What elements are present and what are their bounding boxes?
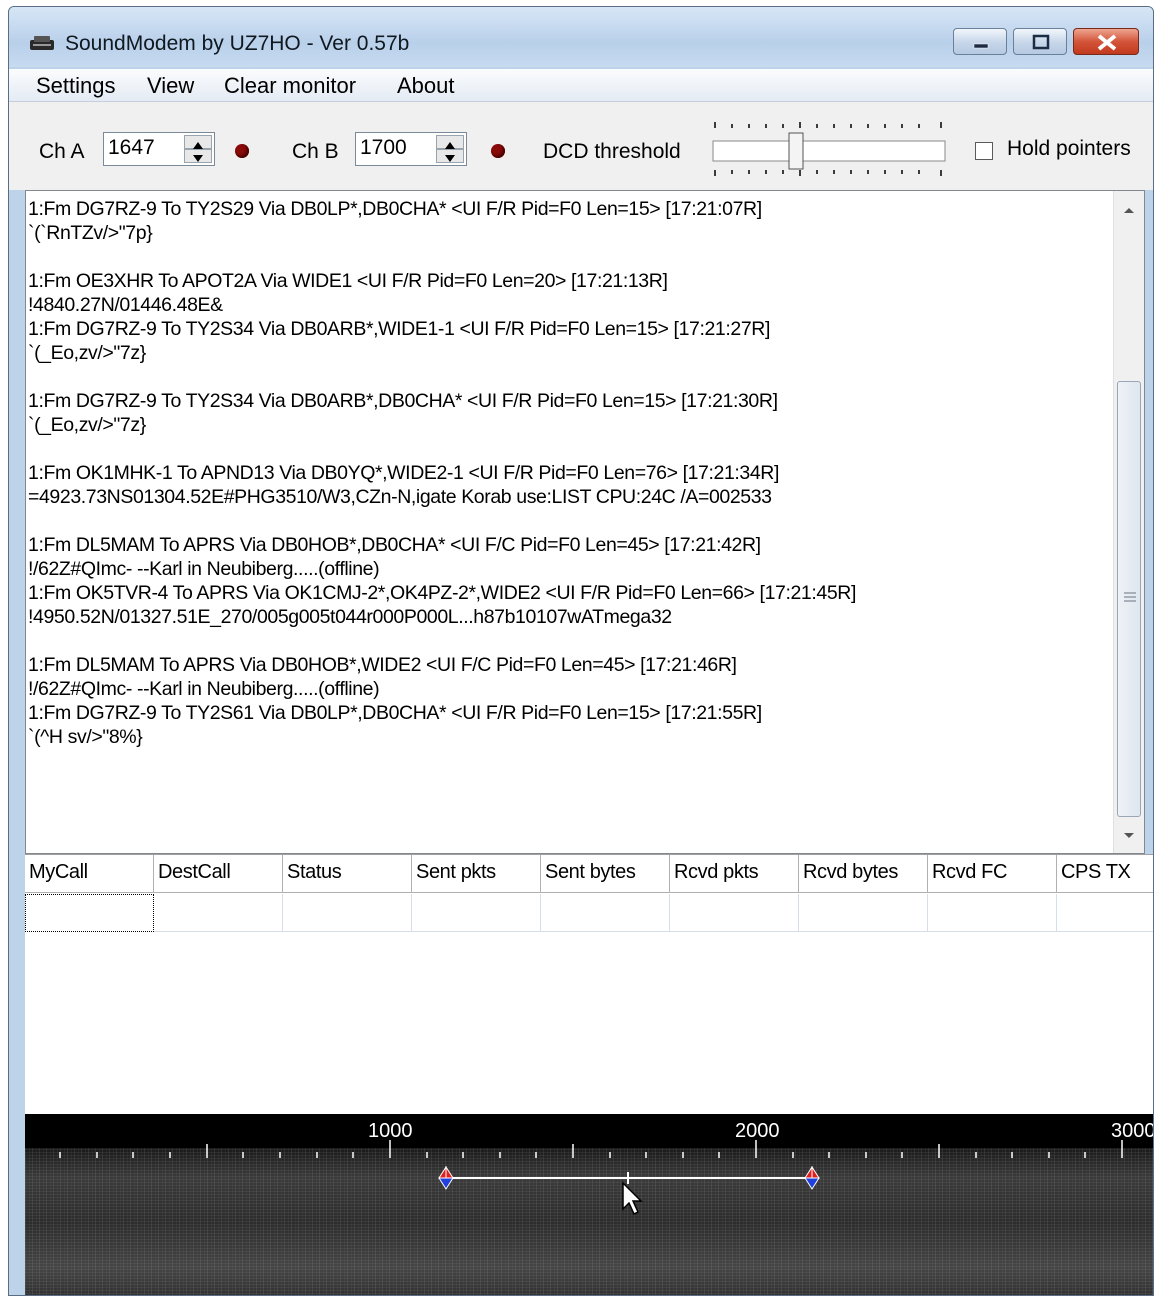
- monitor-line: `(_Eo,zv/>"7z}: [28, 414, 146, 436]
- monitor-line: [28, 509, 1108, 533]
- grid-cell[interactable]: [541, 894, 670, 932]
- monitor-text: 1:Fm DG7RZ-9 To TY2S29 Via DB0LP*,DB0CHA…: [28, 197, 1108, 749]
- menu-about[interactable]: About: [397, 73, 455, 99]
- grid-cell[interactable]: [1057, 894, 1153, 932]
- dcd-threshold-label: DCD threshold: [543, 140, 681, 163]
- minimize-button[interactable]: [953, 28, 1007, 55]
- maximize-icon: [1032, 34, 1050, 50]
- monitor-line: 1:Fm DL5MAM To APRS Via DB0HOB*,WIDE2 <U…: [28, 654, 737, 676]
- ch-b-dcd-led: [491, 144, 505, 158]
- col-status[interactable]: Status: [283, 855, 412, 893]
- monitor-line: !4840.27N/01446.48E&: [28, 294, 223, 316]
- monitor-line: 1:Fm DL5MAM To APRS Via DB0HOB*,DB0CHA* …: [28, 534, 761, 556]
- grid-cell[interactable]: [670, 894, 799, 932]
- hold-pointers-checkbox[interactable]: [975, 142, 993, 160]
- scale-label-2000: 2000: [735, 1120, 780, 1142]
- menu-clear-monitor[interactable]: Clear monitor: [224, 73, 356, 99]
- monitor-line: 1:Fm DG7RZ-9 To TY2S34 Via DB0ARB*,WIDE1…: [28, 318, 770, 340]
- grid-cell[interactable]: [799, 894, 928, 932]
- monitor-scrollbar[interactable]: [1113, 191, 1144, 853]
- ch-a-down-button[interactable]: [184, 149, 212, 163]
- menu-settings[interactable]: Settings: [36, 73, 116, 99]
- maximize-button[interactable]: [1013, 28, 1067, 55]
- connection-grid[interactable]: MyCall DestCall Status Sent pkts Sent by…: [25, 854, 1153, 1115]
- ch-a-value[interactable]: 1647: [108, 136, 155, 160]
- ch-a-label: Ch A: [39, 140, 85, 163]
- monitor-line: 1:Fm DG7RZ-9 To TY2S61 Via DB0LP*,DB0CHA…: [28, 702, 762, 724]
- grid-cell[interactable]: [154, 894, 283, 932]
- modem-icon: [30, 36, 54, 50]
- monitor-line: =4923.73NS01304.52E#PHG3510/W3,CZn-N,iga…: [28, 486, 772, 508]
- monitor-line: `(^H sv/>"8%}: [28, 726, 143, 748]
- grid-cell-selected[interactable]: [25, 894, 154, 932]
- monitor-line: 1:Fm OE3XHR To APOT2A Via WIDE1 <UI F/R …: [28, 270, 668, 292]
- hold-pointers-label: Hold pointers: [1007, 137, 1131, 160]
- minimize-icon: [973, 43, 989, 49]
- monitor-line: 1:Fm DG7RZ-9 To TY2S34 Via DB0ARB*,DB0CH…: [28, 390, 778, 412]
- grid-cell[interactable]: [928, 894, 1057, 932]
- monitor-line: 1:Fm OK5TVR-4 To APRS Via OK1CMJ-2*,OK4P…: [28, 582, 856, 604]
- monitor-line: `(`RnTZv/>"7p}: [28, 222, 153, 244]
- ch-a-spinner[interactable]: 1647: [103, 132, 215, 166]
- ch-a-up-button[interactable]: [184, 135, 212, 149]
- col-rcvd-bytes[interactable]: Rcvd bytes: [799, 855, 928, 893]
- ch-b-up-button[interactable]: [436, 135, 464, 149]
- window-title: SoundModem by UZ7HO - Ver 0.57b: [65, 32, 410, 55]
- ch-b-value[interactable]: 1700: [360, 136, 407, 160]
- ch-a-pointer-icon[interactable]: [438, 1166, 454, 1190]
- arrow-down-icon: [193, 155, 203, 162]
- waterfall-display[interactable]: 1000 2000 3000: [25, 1114, 1154, 1295]
- close-icon: [1097, 34, 1117, 51]
- col-rcvd-pkts[interactable]: Rcvd pkts: [670, 855, 799, 893]
- scroll-down-icon[interactable]: [1122, 831, 1136, 841]
- dcd-threshold-slider[interactable]: [711, 116, 947, 180]
- monitor-line: !/62Z#QImc- --Karl in Neubiberg.....(off…: [28, 558, 380, 580]
- monitor-text-area[interactable]: 1:Fm DG7RZ-9 To TY2S29 Via DB0LP*,DB0CHA…: [25, 190, 1145, 854]
- grid-cell[interactable]: [412, 894, 541, 932]
- arrow-down-icon: [445, 155, 455, 162]
- monitor-line: [28, 629, 1108, 653]
- mouse-cursor-icon: [622, 1181, 643, 1216]
- app-window: SoundModem by UZ7HO - Ver 0.57b Settings…: [8, 6, 1154, 1296]
- ch-b-pointer-icon[interactable]: [804, 1166, 820, 1190]
- menu-view[interactable]: View: [147, 73, 194, 99]
- ch-b-spinner[interactable]: 1700: [355, 132, 467, 166]
- scale-label-3000: 3000: [1111, 1120, 1154, 1142]
- monitor-line: 1:Fm DG7RZ-9 To TY2S29 Via DB0LP*,DB0CHA…: [28, 198, 762, 220]
- ch-b-label: Ch B: [292, 140, 339, 163]
- monitor-line: 1:Fm OK1MHK-1 To APND13 Via DB0YQ*,WIDE2…: [28, 462, 780, 484]
- col-sent-pkts[interactable]: Sent pkts: [412, 855, 541, 893]
- scroll-thumb[interactable]: [1117, 381, 1141, 817]
- grip-icon: [1124, 592, 1136, 602]
- grid-cell[interactable]: [283, 894, 412, 932]
- toolbar: Ch A 1647 Ch B 1700 DCD threshold Hold p…: [9, 102, 1153, 190]
- waterfall-scale: [59, 1140, 1123, 1184]
- ch-b-down-button[interactable]: [436, 149, 464, 163]
- monitor-line: !4950.52N/01327.51E_270/005g005t044r000P…: [28, 606, 672, 628]
- menu-bar: Settings View Clear monitor About: [9, 69, 1153, 102]
- monitor-line: [28, 437, 1108, 461]
- col-mycall[interactable]: MyCall: [25, 855, 154, 893]
- col-cps-tx[interactable]: CPS TX: [1057, 855, 1153, 893]
- monitor-line: `(_Eo,zv/>"7z}: [28, 342, 146, 364]
- ch-a-dcd-led: [235, 144, 249, 158]
- monitor-line: !/62Z#QImc- --Karl in Neubiberg.....(off…: [28, 678, 380, 700]
- scroll-up-icon[interactable]: [1122, 205, 1136, 215]
- col-sent-bytes[interactable]: Sent bytes: [541, 855, 670, 893]
- title-bar[interactable]: SoundModem by UZ7HO - Ver 0.57b: [9, 7, 1153, 67]
- monitor-line: [28, 245, 1108, 269]
- scale-label-1000: 1000: [368, 1120, 413, 1142]
- close-button[interactable]: [1073, 28, 1139, 55]
- grid-header: MyCall DestCall Status Sent pkts Sent by…: [25, 855, 1153, 893]
- col-destcall[interactable]: DestCall: [154, 855, 283, 893]
- monitor-line: [28, 365, 1108, 389]
- col-rcvd-fc[interactable]: Rcvd FC: [928, 855, 1057, 893]
